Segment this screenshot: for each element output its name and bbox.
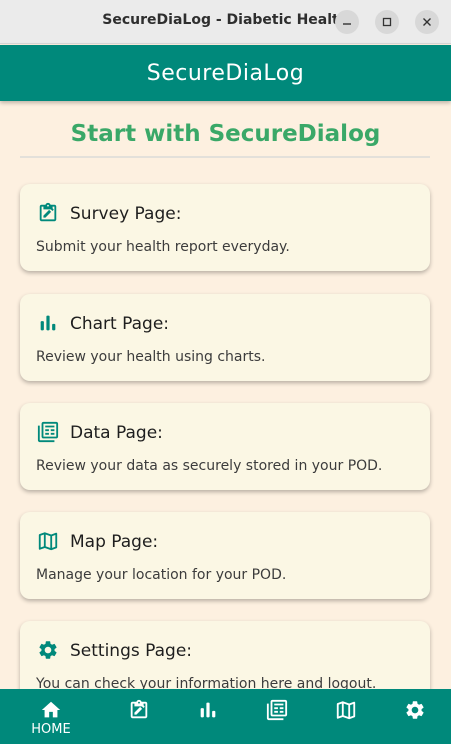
card-description: Review your data as securely stored in y… xyxy=(36,458,383,474)
chart-page-card[interactable]: Chart Page: Review your health using cha… xyxy=(20,294,430,381)
card-description: Review your health using charts. xyxy=(36,349,266,365)
card-title: Map Page: xyxy=(70,532,159,552)
home-content[interactable]: Start with SecureDialog Survey Page: Sub… xyxy=(0,101,451,689)
nav-data[interactable] xyxy=(242,689,312,744)
survey-page-card[interactable]: Survey Page: Submit your health report e… xyxy=(20,184,430,271)
card-description: You can check your information here and … xyxy=(36,676,377,689)
nav-survey[interactable] xyxy=(104,689,174,744)
table-data-icon xyxy=(266,699,288,721)
card-title: Survey Page: xyxy=(70,204,182,224)
home-icon xyxy=(40,699,62,721)
nav-home-label: HOME xyxy=(31,722,71,737)
nav-settings[interactable] xyxy=(380,689,450,744)
page-heading: Start with SecureDialog xyxy=(70,121,381,147)
bottom-navigation: HOME xyxy=(0,689,451,744)
window-titlebar: SecureDiaLog - Diabetic Health xyxy=(0,0,451,44)
clipboard-edit-icon xyxy=(128,699,150,721)
gear-icon xyxy=(37,639,59,661)
map-icon xyxy=(335,699,357,721)
app-bar: SecureDiaLog xyxy=(0,45,451,101)
bar-chart-icon xyxy=(37,312,59,334)
card-title: Settings Page: xyxy=(70,641,193,661)
card-title: Chart Page: xyxy=(70,314,170,334)
heading-divider xyxy=(20,156,430,158)
clipboard-edit-icon xyxy=(37,202,59,224)
card-title: Data Page: xyxy=(70,423,163,443)
close-icon xyxy=(421,13,433,32)
nav-chart[interactable] xyxy=(173,689,243,744)
settings-page-card[interactable]: Settings Page: You can check your inform… xyxy=(20,621,430,689)
card-description: Manage your location for your POD. xyxy=(36,567,287,583)
nav-map[interactable] xyxy=(311,689,381,744)
table-data-icon xyxy=(37,421,59,443)
map-page-card[interactable]: Map Page: Manage your location for your … xyxy=(20,512,430,599)
gear-icon xyxy=(404,699,426,721)
bar-chart-icon xyxy=(197,699,219,721)
close-button[interactable] xyxy=(415,10,439,34)
data-page-card[interactable]: Data Page: Review your data as securely … xyxy=(20,403,430,490)
minimize-button[interactable] xyxy=(335,10,359,34)
map-icon xyxy=(37,530,59,552)
nav-home[interactable]: HOME xyxy=(16,689,86,744)
card-description: Submit your health report everyday. xyxy=(36,239,290,255)
maximize-button[interactable] xyxy=(375,10,399,34)
minimize-icon xyxy=(341,13,353,32)
maximize-icon xyxy=(381,13,393,32)
app-title: SecureDiaLog xyxy=(146,60,305,86)
